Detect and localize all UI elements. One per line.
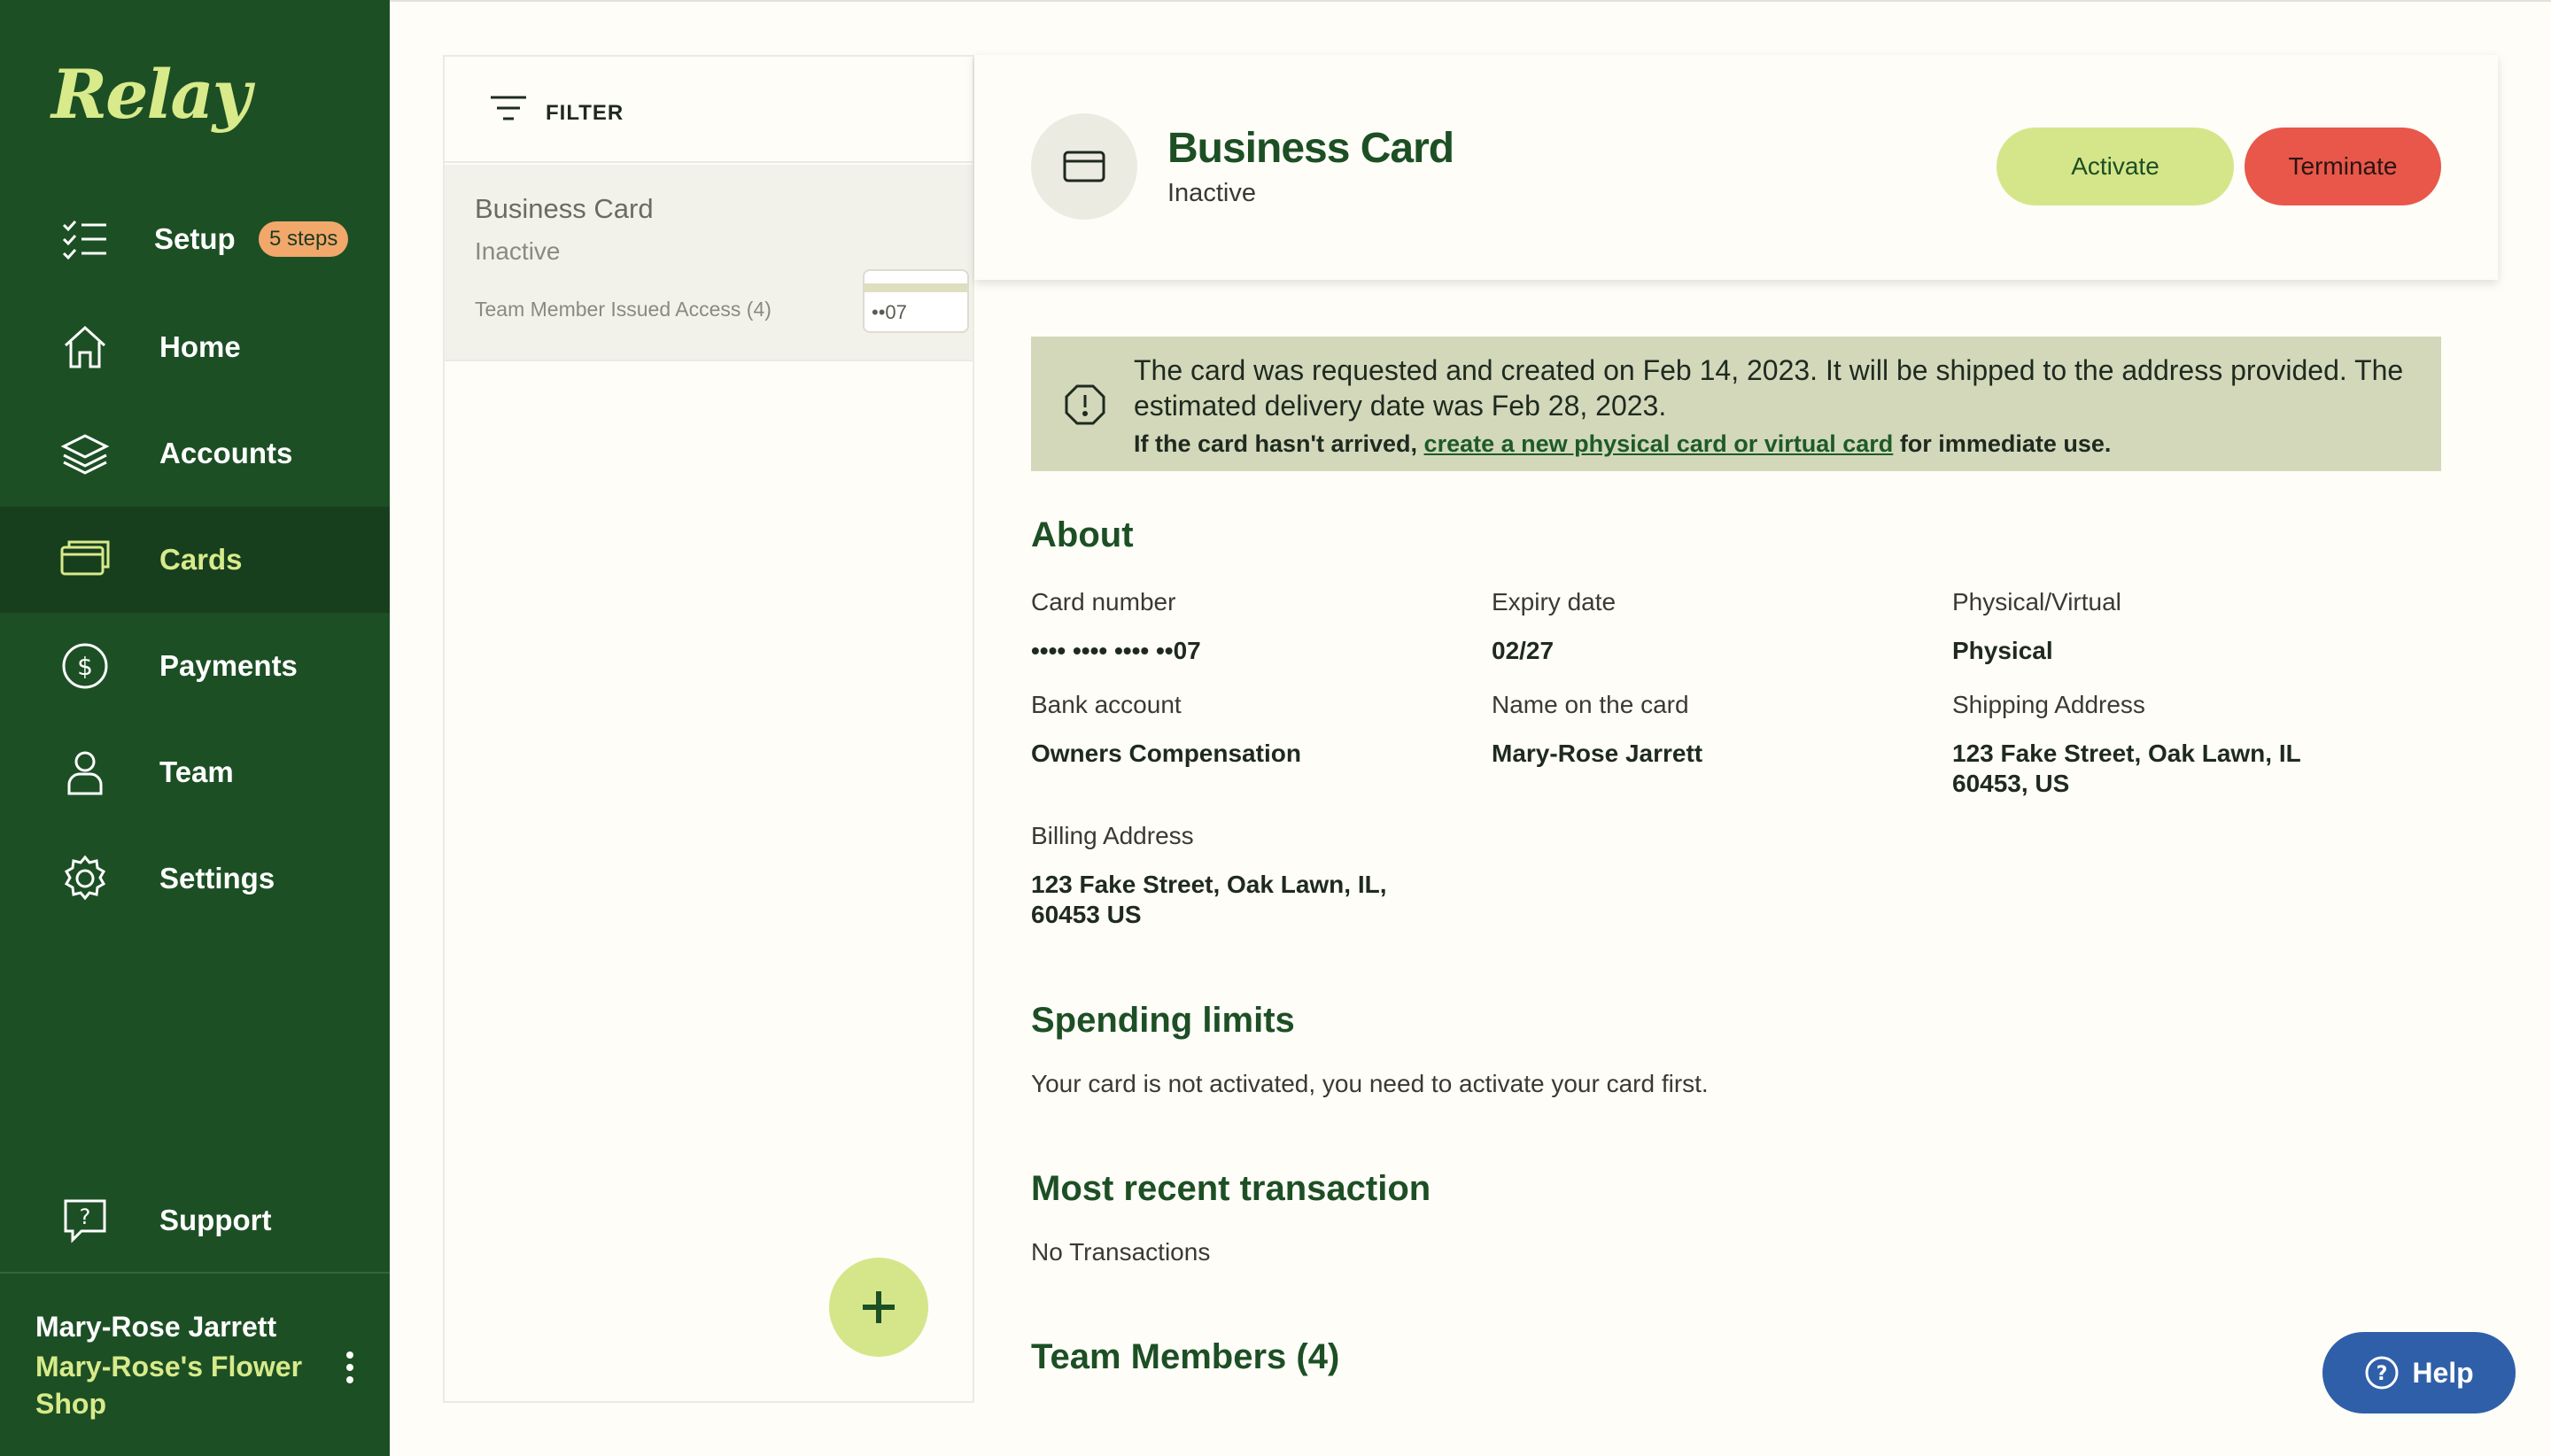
sidebar-item-label: Support xyxy=(159,1204,272,1236)
top-border xyxy=(390,0,2551,2)
shipping-address-line1: 123 Fake Street, Oak Lawn, IL xyxy=(1952,740,2301,767)
about-heading: About xyxy=(1031,515,1134,554)
filter-icon xyxy=(491,96,526,120)
shipping-address-label: Shipping Address xyxy=(1952,691,2145,718)
user-name: Mary-Rose Jarrett xyxy=(35,1311,277,1343)
card-avatar xyxy=(1031,113,1137,220)
add-card-button[interactable] xyxy=(829,1258,928,1357)
activate-button[interactable]: Activate xyxy=(1997,128,2234,205)
sidebar-item-label: Settings xyxy=(159,862,275,895)
sidebar-item-home[interactable]: Home xyxy=(0,294,390,400)
card-type-label: Physical/Virtual xyxy=(1952,588,2121,616)
sidebar: Relay Setup 5 steps Home Accounts Cards … xyxy=(0,0,390,1456)
notice-subtext: If the card hasn't arrived, create a new… xyxy=(1134,430,2111,458)
bank-account-label: Bank account xyxy=(1031,691,1182,718)
sidebar-item-label: Cards xyxy=(159,543,243,576)
team-members-heading: Team Members (4) xyxy=(1031,1337,1340,1376)
sidebar-item-label: Home xyxy=(159,330,241,363)
card-icon xyxy=(60,535,110,585)
checklist-icon xyxy=(60,214,110,264)
layers-icon xyxy=(60,429,110,478)
svg-text:$: $ xyxy=(77,652,93,681)
card-number-value: •••• •••• •••• ••07 xyxy=(1031,637,1201,664)
svg-text:?: ? xyxy=(2377,1363,2388,1385)
list-item-business-card[interactable]: Business Card Inactive Team Member Issue… xyxy=(445,165,973,361)
spending-limits-heading: Spending limits xyxy=(1031,1001,1295,1040)
recent-transaction-text: No Transactions xyxy=(1031,1238,1211,1266)
svg-text:?: ? xyxy=(80,1204,91,1229)
list-item-card-name: Business Card xyxy=(475,193,654,224)
card-status: Inactive xyxy=(1167,179,1256,207)
sidebar-item-support[interactable]: ? Support xyxy=(0,1167,390,1274)
shipping-address-line2: 60453, US xyxy=(1952,770,2070,797)
plus-icon xyxy=(863,1291,895,1323)
alert-octagon-icon xyxy=(1065,384,1105,425)
sidebar-item-label: Payments xyxy=(159,649,298,682)
help-button[interactable]: ? Help xyxy=(2322,1332,2516,1413)
recent-transaction-heading: Most recent transaction xyxy=(1031,1169,1431,1208)
list-item-card-status: Inactive xyxy=(475,237,561,265)
help-question-icon: ? xyxy=(2365,1356,2399,1390)
card-list-panel: FILTER Business Card Inactive Team Membe… xyxy=(443,55,974,1403)
user-org-name: Mary-Rose's Flower Shop xyxy=(35,1351,303,1420)
card-number-label: Card number xyxy=(1031,588,1176,616)
filter-button[interactable]: FILTER xyxy=(445,57,973,163)
filter-label: FILTER xyxy=(546,101,624,125)
help-label: Help xyxy=(2412,1356,2474,1389)
billing-address-line2: 60453 US xyxy=(1031,901,1142,928)
expiry-label: Expiry date xyxy=(1492,588,1617,616)
mini-card-last4: ••07 xyxy=(872,301,907,323)
home-icon xyxy=(60,322,110,372)
dollar-circle-icon: $ xyxy=(60,641,110,691)
sidebar-item-cards[interactable]: Cards xyxy=(0,507,390,613)
terminate-button[interactable]: Terminate xyxy=(2245,128,2441,205)
sidebar-item-label: Team xyxy=(159,755,234,788)
name-on-card-label: Name on the card xyxy=(1492,691,1689,718)
notice-message: The card was requested and created on Fe… xyxy=(1134,354,2404,422)
sidebar-item-payments[interactable]: $ Payments xyxy=(0,613,390,719)
list-item-card-access: Team Member Issued Access (4) xyxy=(475,298,772,321)
shipping-notice: The card was requested and created on Fe… xyxy=(1031,337,2441,471)
relay-logo[interactable]: Relay xyxy=(51,55,252,134)
support-question-icon: ? xyxy=(60,1196,110,1245)
sidebar-divider xyxy=(0,1272,390,1274)
setup-steps-badge: 5 steps xyxy=(259,221,349,257)
bank-account-value: Owners Compensation xyxy=(1031,740,1301,767)
user-menu-kebab-icon[interactable] xyxy=(337,1348,363,1387)
person-icon xyxy=(60,747,110,797)
sidebar-item-label: Setup xyxy=(154,222,236,255)
mini-card-thumbnail: ••07 xyxy=(863,269,969,333)
spending-limits-text: Your card is not activated, you need to … xyxy=(1031,1070,1709,1097)
card-icon xyxy=(1063,151,1105,182)
expiry-value: 02/27 xyxy=(1492,637,1555,664)
page-title: Business Card xyxy=(1167,125,1454,172)
sidebar-item-accounts[interactable]: Accounts xyxy=(0,400,390,507)
mini-card-stripe xyxy=(865,283,967,292)
gear-icon xyxy=(60,854,110,903)
card-type-value: Physical xyxy=(1952,637,2053,664)
name-on-card-value: Mary-Rose Jarrett xyxy=(1492,740,1703,767)
billing-address-label: Billing Address xyxy=(1031,822,1194,849)
sidebar-item-settings[interactable]: Settings xyxy=(0,825,390,932)
notice-sub-prefix: If the card hasn't arrived, xyxy=(1134,430,1418,457)
notice-sub-suffix: for immediate use. xyxy=(1899,430,2112,457)
sidebar-item-setup[interactable]: Setup 5 steps xyxy=(0,186,390,292)
card-detail-header: Business Card Inactive Activate Terminat… xyxy=(974,55,2498,280)
sidebar-item-label: Accounts xyxy=(159,437,293,469)
billing-address-line1: 123 Fake Street, Oak Lawn, IL, xyxy=(1031,871,1387,898)
create-new-card-link[interactable]: create a new physical card or virtual ca… xyxy=(1424,430,1894,457)
sidebar-item-team[interactable]: Team xyxy=(0,719,390,825)
